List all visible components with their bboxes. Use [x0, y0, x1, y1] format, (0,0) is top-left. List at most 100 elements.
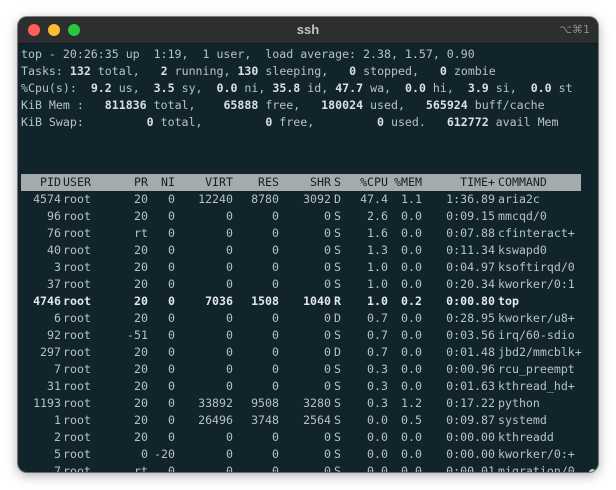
uptime-line: top - 20:26:35 up 1:19, 1 user, load ave…: [21, 46, 475, 63]
cell-virt: 0: [226, 464, 233, 472]
cell-mem: 0.0: [401, 362, 422, 376]
summary-segment: 565924: [425, 98, 468, 112]
cell-state: S: [334, 447, 341, 461]
cell-command: kworker/0:+: [498, 447, 575, 461]
cell-command: kswapd0: [498, 243, 547, 257]
terminal-content[interactable]: top - 20:26:35 up 1:19, 1 user, load ave…: [18, 44, 598, 472]
cell-shr: 0: [324, 464, 331, 472]
cell-pr: 20: [134, 294, 148, 308]
cell-pid: 1: [54, 413, 61, 427]
summary-segment: KiB Swap:: [21, 115, 147, 129]
cell-time: 0:09.15: [446, 209, 495, 223]
cell-mem: 0.5: [401, 413, 422, 427]
cell-res: 0: [272, 362, 279, 376]
cell-state: S: [334, 430, 341, 444]
summary-segment: 3.9: [467, 81, 489, 95]
cell-res: 0: [272, 277, 279, 291]
cell-pid: 1193: [33, 396, 61, 410]
summary-segment: top - 20:26:35 up 1:19, 1 user, load ave…: [21, 47, 475, 61]
cell-user: root: [63, 464, 91, 472]
cell-command: jbd2/mmcblk+: [498, 345, 582, 359]
cell-pid: 5: [54, 447, 61, 461]
process-row: 1193 root 20 0 33892 9508 3280 S 0.3 1.2 0:17.22 py…: [21, 395, 581, 412]
table-header-row: PID USER PR NI VIRT RES SHR S %CPU %MEM TIME+ COMMA…: [21, 174, 581, 191]
cell-mem: 0.2: [401, 294, 422, 308]
summary-segment: 0.0: [530, 81, 552, 95]
cell-ni: -20: [154, 447, 175, 461]
window-title: ssh: [296, 22, 320, 37]
cell-cpu: 1.0: [367, 277, 388, 291]
summary-segment: 0.0: [216, 81, 238, 95]
summary-segment: zombie: [446, 64, 496, 78]
cell-virt: 0: [226, 209, 233, 223]
cell-virt: 7036: [205, 294, 233, 308]
cell-shr: 0: [324, 243, 331, 257]
cell-virt: 0: [226, 328, 233, 342]
process-row: 7 root 20 0 0 0 0 S 0.3 0.0 0:00.96 rcu_preempt: [21, 361, 581, 378]
cell-mem: 0.0: [401, 447, 422, 461]
cell-shr: 0: [324, 379, 331, 393]
cell-pid: 7: [54, 362, 61, 376]
cell-virt: 0: [226, 362, 233, 376]
cell-pr: 20: [134, 362, 148, 376]
cell-shr: 0: [324, 209, 331, 223]
column-header-command: COMMAND: [498, 175, 547, 189]
cell-pid: 37: [47, 277, 61, 291]
process-row: 76 root rt 0 0 0 0 S 1.6 0.0 0:07.88 cfinteract+: [21, 225, 581, 242]
cell-cpu: 0.3: [367, 396, 388, 410]
cell-user: root: [63, 243, 91, 257]
summary-segment: 0: [377, 115, 384, 129]
cell-res: 0: [272, 447, 279, 461]
cell-pr: 20: [134, 260, 148, 274]
cell-shr: 3280: [303, 396, 331, 410]
cell-command: systemd: [498, 413, 547, 427]
summary-segment: used,: [363, 98, 426, 112]
process-row: 297 root 20 0 0 0 0 D 0.7 0.0 0:01.48 jbd2/mmcblk+: [21, 344, 582, 361]
cell-state: S: [334, 328, 341, 342]
column-header-shr: SHR: [310, 175, 331, 189]
cell-mem: 0.0: [401, 243, 422, 257]
scrollbar-thumb[interactable]: [589, 469, 596, 472]
cell-pr: rt: [134, 464, 148, 472]
cell-pid: 6: [54, 311, 61, 325]
cell-time: 0:00.96: [446, 362, 495, 376]
cell-res: 1508: [251, 294, 279, 308]
cell-time: 0:01.48: [446, 345, 495, 359]
cell-pid: 31: [47, 379, 61, 393]
cell-mem: 0.0: [401, 209, 422, 223]
cell-pid: 4746: [33, 294, 61, 308]
cell-command: top: [498, 294, 519, 308]
cell-pid: 7: [54, 464, 61, 472]
cell-user: root: [63, 311, 91, 325]
summary-segment: 2: [160, 64, 168, 78]
cell-time: 0:04.97: [446, 260, 495, 274]
cell-ni: 0: [168, 260, 175, 274]
process-row: 37 root 20 0 0 0 0 S 1.0 0.0 0:20.34 kworker/0:1: [21, 276, 581, 293]
cell-pr: 20: [134, 277, 148, 291]
cell-ni: 0: [168, 430, 175, 444]
cell-pr: 20: [134, 430, 148, 444]
cell-mem: 0.0: [401, 464, 422, 472]
cell-user: root: [63, 209, 91, 223]
cell-time: 0:01.63: [446, 379, 495, 393]
process-row: 31 root 20 0 0 0 0 S 0.3 0.0 0:01.63 kthread_hd+: [21, 378, 581, 395]
cell-ni: 0: [168, 209, 175, 223]
cell-res: 0: [272, 345, 279, 359]
column-header-user: USER: [63, 175, 91, 189]
cell-shr: 0: [324, 430, 331, 444]
cell-ni: 0: [168, 328, 175, 342]
cell-pr: 20: [134, 192, 148, 206]
cell-command: mmcqd/0: [498, 209, 547, 223]
cell-res: 0: [272, 328, 279, 342]
cell-ni: 0: [168, 226, 175, 240]
summary-segment: running,: [167, 64, 238, 78]
column-header-pid: PID: [40, 175, 61, 189]
summary-segment: avail Mem: [488, 115, 559, 129]
cell-command: ksoftirqd/0: [498, 260, 575, 274]
column-header-virt: VIRT: [205, 175, 233, 189]
cell-state: S: [334, 260, 341, 274]
cpu-line: %Cpu(s): 9.2 us, 3.5 sy, 0.0 ni, 35.8 id…: [21, 80, 573, 97]
summary-segment: stopped,: [356, 64, 440, 78]
cell-user: root: [63, 413, 91, 427]
cell-user: root: [63, 260, 91, 274]
